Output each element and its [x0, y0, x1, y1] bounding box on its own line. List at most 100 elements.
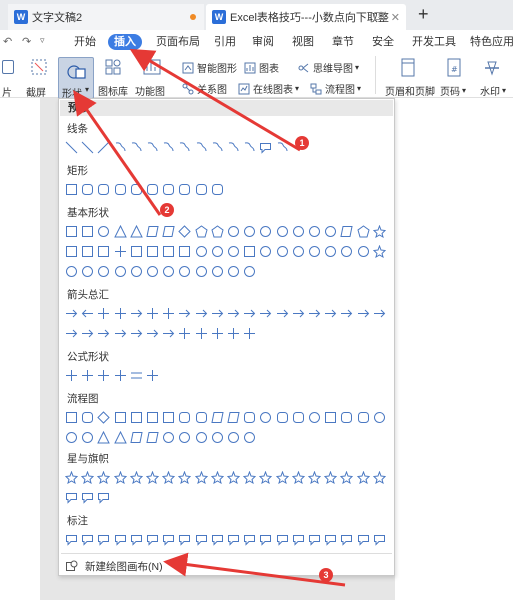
shape-option[interactable]	[308, 307, 321, 320]
shape-option[interactable]	[81, 369, 94, 382]
shape-option[interactable]	[65, 327, 78, 340]
shape-option[interactable]	[276, 245, 289, 258]
shape-option[interactable]	[357, 533, 370, 546]
menu-review[interactable]: 审阅	[252, 34, 274, 50]
shape-option[interactable]	[81, 491, 94, 504]
menu-developer[interactable]: 开发工具	[412, 34, 456, 50]
shape-option[interactable]	[373, 533, 386, 546]
new-tab-icon[interactable]: +	[418, 4, 429, 25]
shape-option[interactable]	[372, 225, 386, 238]
shape-option[interactable]	[211, 265, 224, 278]
shape-option[interactable]	[308, 533, 321, 546]
shape-option[interactable]	[243, 141, 256, 154]
shape-option[interactable]	[340, 533, 353, 546]
shape-option[interactable]	[113, 471, 127, 484]
shape-option[interactable]	[162, 183, 175, 196]
shape-option[interactable]	[114, 411, 127, 424]
shape-option[interactable]	[292, 533, 305, 546]
shape-option[interactable]	[292, 307, 305, 320]
shape-button[interactable]: 形状 ▾	[58, 57, 94, 100]
shape-option[interactable]	[324, 533, 337, 546]
shape-option[interactable]	[276, 411, 289, 424]
menu-page-layout[interactable]: 页面布局	[156, 34, 200, 50]
shape-option[interactable]	[130, 431, 143, 444]
shape-option[interactable]	[162, 307, 175, 320]
shape-option[interactable]	[243, 327, 256, 340]
shape-option[interactable]	[97, 245, 110, 258]
shape-option[interactable]	[291, 471, 305, 484]
menu-view[interactable]: 视图	[292, 34, 314, 50]
shape-option[interactable]	[276, 141, 289, 154]
shape-option[interactable]	[81, 183, 94, 196]
shape-option[interactable]	[259, 533, 272, 546]
shape-option[interactable]	[243, 225, 256, 238]
shape-option[interactable]	[65, 225, 78, 238]
shape-option[interactable]	[259, 225, 272, 238]
shape-option[interactable]	[275, 471, 289, 484]
shape-option[interactable]	[178, 327, 191, 340]
shape-option[interactable]	[65, 141, 78, 154]
shape-option[interactable]	[146, 431, 159, 444]
shape-option[interactable]	[211, 327, 224, 340]
shape-option[interactable]	[81, 265, 94, 278]
shape-option[interactable]	[146, 225, 159, 238]
shape-option[interactable]	[259, 471, 273, 484]
shape-option[interactable]	[146, 533, 159, 546]
menu-references[interactable]: 引用	[214, 34, 236, 50]
shape-option[interactable]	[81, 431, 94, 444]
shape-option[interactable]	[178, 183, 191, 196]
shape-option[interactable]	[146, 411, 159, 424]
shape-option[interactable]	[130, 307, 143, 320]
shape-option[interactable]	[357, 245, 370, 258]
shape-option[interactable]	[162, 141, 175, 154]
shape-option[interactable]	[276, 533, 289, 546]
shape-option[interactable]	[308, 245, 321, 258]
shape-option[interactable]	[195, 225, 208, 238]
shape-option[interactable]	[97, 411, 111, 424]
shape-option[interactable]	[97, 307, 110, 320]
shape-option[interactable]	[243, 265, 256, 278]
shape-option[interactable]	[130, 369, 143, 382]
shape-option[interactable]	[178, 265, 191, 278]
shape-option[interactable]	[146, 327, 159, 340]
shape-option[interactable]	[178, 471, 192, 484]
shape-option[interactable]	[65, 265, 78, 278]
shape-option[interactable]	[130, 327, 143, 340]
shape-option[interactable]	[130, 265, 143, 278]
shape-option[interactable]	[65, 491, 78, 504]
shape-option[interactable]	[357, 307, 370, 320]
shape-option[interactable]	[324, 307, 337, 320]
shape-option[interactable]	[243, 411, 256, 424]
shape-option[interactable]	[81, 307, 94, 320]
menu-special[interactable]: 特色应用	[470, 34, 513, 50]
shape-option[interactable]	[178, 307, 191, 320]
shape-option[interactable]	[340, 245, 353, 258]
shape-option[interactable]	[211, 411, 224, 424]
tab-document[interactable]: W 文字文稿2	[8, 4, 204, 30]
shape-option[interactable]	[162, 533, 175, 546]
shape-option[interactable]	[97, 533, 110, 546]
shape-option[interactable]	[114, 183, 127, 196]
shape-option[interactable]	[243, 471, 257, 484]
shape-option[interactable]	[65, 533, 78, 546]
shape-option[interactable]	[81, 225, 94, 238]
shape-option[interactable]	[130, 245, 143, 258]
shape-option[interactable]	[114, 245, 127, 258]
shape-option[interactable]	[227, 245, 240, 258]
shape-option[interactable]	[178, 411, 191, 424]
shape-option[interactable]	[372, 471, 386, 484]
shape-option[interactable]	[114, 265, 127, 278]
shape-option[interactable]	[97, 183, 110, 196]
shape-option[interactable]	[195, 327, 208, 340]
shape-option[interactable]	[162, 245, 175, 258]
shape-option[interactable]	[340, 471, 354, 484]
shape-option[interactable]	[178, 225, 192, 238]
shape-option[interactable]	[65, 245, 78, 258]
shape-option[interactable]	[211, 533, 224, 546]
shape-option[interactable]	[65, 431, 78, 444]
menu-chapter[interactable]: 章节	[332, 34, 354, 50]
shape-option[interactable]	[211, 225, 224, 238]
shape-option[interactable]	[292, 245, 305, 258]
shape-option[interactable]	[227, 141, 240, 154]
shape-option[interactable]	[65, 411, 78, 424]
